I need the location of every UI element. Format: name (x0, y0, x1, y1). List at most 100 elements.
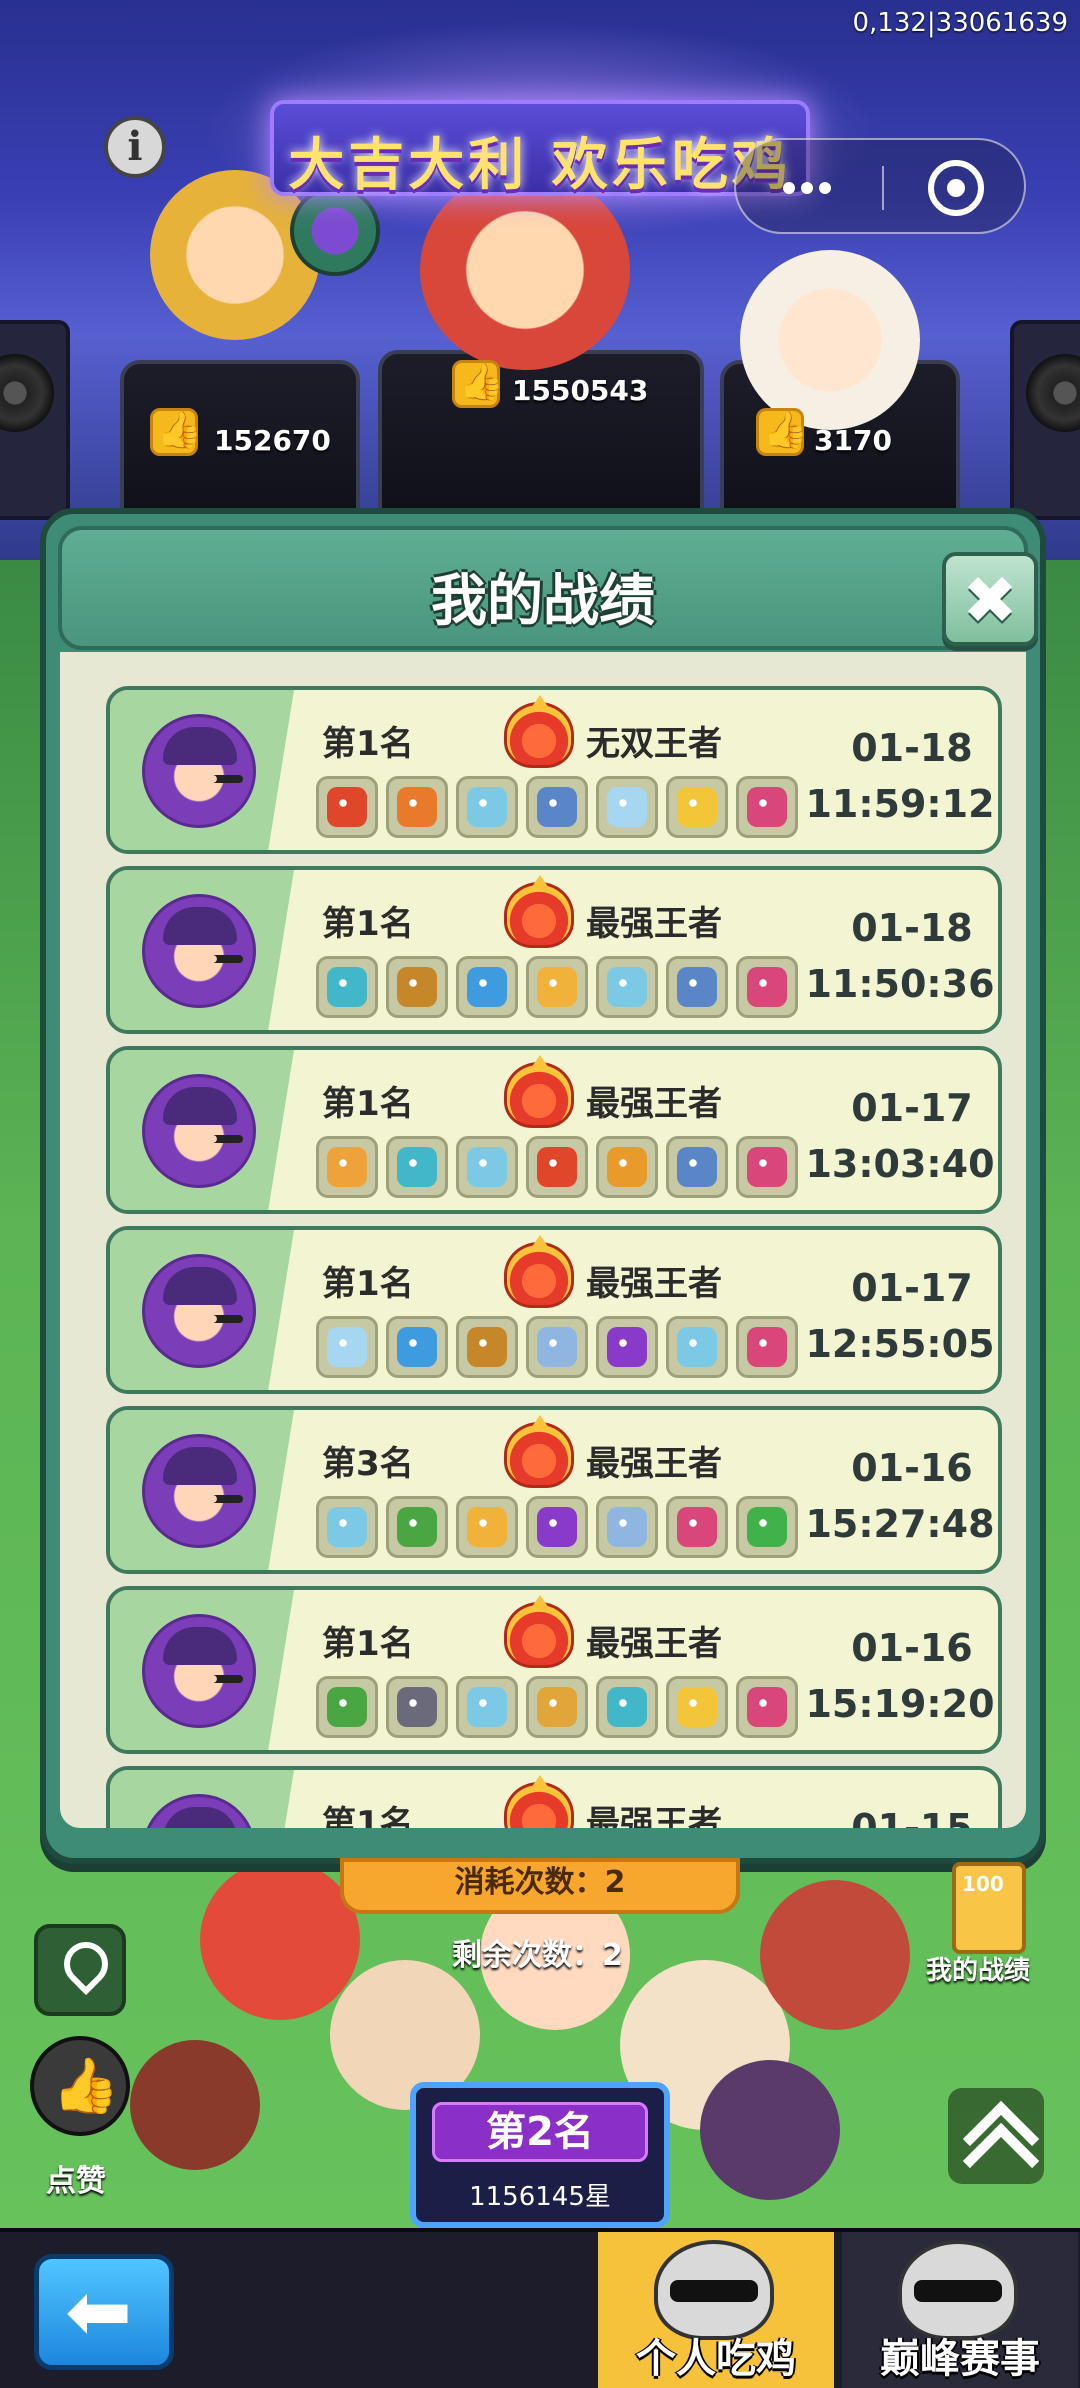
equipment-icon-glyph (747, 787, 787, 827)
equipment-icon (736, 776, 798, 838)
equipment-icon (456, 1316, 518, 1378)
tab-personal[interactable]: 个人吃鸡 (598, 2232, 834, 2388)
tab-personal-label: 个人吃鸡 (636, 2336, 796, 2382)
record-card[interactable]: 第1名 最强王者 01-17 12:55:05 (106, 1226, 1002, 1394)
equipment-icon (456, 1136, 518, 1198)
crown-icon (504, 1242, 574, 1308)
close-icon: ✖ (962, 562, 1018, 639)
equipment-icon (386, 1316, 448, 1378)
item-list (316, 1136, 798, 1198)
equipment-icon (316, 1136, 378, 1198)
record-rank: 第3名 (322, 1444, 414, 1484)
equipment-icon-glyph (467, 1687, 507, 1727)
equipment-icon-glyph (397, 1327, 437, 1367)
equipment-icon (666, 776, 728, 838)
crown-icon (504, 882, 574, 948)
scroll-up-icon[interactable] (948, 2088, 1044, 2184)
equipment-icon (316, 1676, 378, 1738)
records-list[interactable]: 第1名 无双王者 01-18 11:59:12 第1名 最强王者 01-18 11:50:36… (60, 652, 1026, 1828)
modal-header: 我的战绩 ✖ (58, 526, 1038, 650)
record-card[interactable]: 第1名 最强王者 01-16 15:19:20 (106, 1586, 1002, 1754)
equipment-icon-glyph (327, 1687, 367, 1727)
avatar (654, 2240, 774, 2340)
my-records-modal: 我的战绩 ✖ 第1名 无双王者 01-18 11:59:12 第1名 最强王者 01-18 1… (40, 508, 1046, 1864)
equipment-icon (666, 1136, 728, 1198)
equipment-icon-glyph (747, 1327, 787, 1367)
equipment-icon-glyph (677, 1507, 717, 1547)
equipment-icon (456, 956, 518, 1018)
like-label: 点赞 (46, 2164, 106, 2199)
equipment-icon-glyph (327, 1147, 367, 1187)
record-date: 01-18 (851, 906, 973, 950)
equipment-icon (666, 1496, 728, 1558)
equipment-icon (526, 1496, 588, 1558)
equipment-icon (666, 1676, 728, 1738)
like-button[interactable] (30, 2036, 130, 2136)
record-date: 01-17 (851, 1086, 973, 1130)
avatar (142, 714, 256, 828)
more-menu-icon[interactable] (780, 170, 850, 206)
equipment-icon (596, 776, 658, 838)
modal-title: 我的战绩 (431, 569, 655, 634)
equipment-icon (386, 776, 448, 838)
thumb-up-icon (150, 408, 202, 456)
equipment-icon-glyph (747, 1507, 787, 1547)
equipment-icon (736, 1496, 798, 1558)
tab-peak[interactable]: 巅峰赛事 (842, 2232, 1078, 2388)
stage-background: 152670 1550543 3170 (0, 0, 1080, 560)
avatar (142, 1614, 256, 1728)
equipment-icon (316, 1496, 378, 1558)
item-list (316, 1676, 798, 1738)
equipment-icon (596, 1136, 658, 1198)
event-banner: 大吉大利 欢乐吃鸡 (270, 100, 810, 198)
record-rank: 第1名 (322, 724, 414, 764)
equipment-icon (596, 956, 658, 1018)
equipment-icon-glyph (327, 1327, 367, 1367)
crown-icon (504, 702, 574, 768)
equipment-icon-glyph (327, 1507, 367, 1547)
record-card[interactable]: 第1名 无双王者 01-18 11:59:12 (106, 686, 1002, 854)
equipment-icon (456, 776, 518, 838)
equipment-icon (386, 1136, 448, 1198)
equipment-icon-glyph (607, 967, 647, 1007)
equipment-icon-glyph (467, 967, 507, 1007)
close-button[interactable]: ✖ (942, 552, 1038, 646)
crowd-character (200, 1860, 360, 2020)
equipment-icon-glyph (747, 1147, 787, 1187)
back-button[interactable] (34, 2254, 174, 2370)
equipment-icon-glyph (747, 967, 787, 1007)
equipment-icon-glyph (397, 787, 437, 827)
equipment-icon-glyph (397, 1687, 437, 1727)
equipment-icon (526, 1316, 588, 1378)
record-date: 01-15 (851, 1806, 973, 1828)
equipment-icon (316, 1316, 378, 1378)
record-card[interactable]: 第1名 最强王者 01-18 11:50:36 (106, 866, 1002, 1034)
equipment-icon-glyph (397, 1507, 437, 1547)
crowd-character (700, 2060, 840, 2200)
star-count: 1156145星 (469, 2182, 611, 2212)
equipment-icon-glyph (677, 1327, 717, 1367)
like-count-left: 152670 (214, 424, 331, 457)
avatar (142, 1434, 256, 1548)
equipment-icon (456, 1676, 518, 1738)
remaining-count: 剩余次数：2 (452, 1938, 623, 1973)
record-title: 最强王者 (586, 904, 722, 944)
equipment-icon-glyph (607, 1687, 647, 1727)
equipment-icon-glyph (467, 787, 507, 827)
scoreboard-icon (952, 1862, 1026, 1954)
record-rank: 第1名 (322, 1084, 414, 1124)
record-card[interactable]: 第1名 最强王者 01-17 13:03:40 (106, 1046, 1002, 1214)
equipment-icon-glyph (397, 967, 437, 1007)
location-pin-icon[interactable] (34, 1924, 126, 2016)
crown-icon (504, 1782, 574, 1828)
my-records-label: 我的战绩 (926, 1956, 1031, 1986)
equipment-icon (596, 1496, 658, 1558)
record-card[interactable]: 第3名 最强王者 01-16 15:27:48 (106, 1406, 1002, 1574)
close-program-icon[interactable] (928, 160, 984, 216)
info-button[interactable]: i (104, 116, 166, 178)
record-time: 11:50:36 (805, 962, 995, 1006)
capsule-divider (882, 166, 884, 210)
record-card[interactable]: 第1名 最强王者 01-15 (106, 1766, 1002, 1828)
equipment-icon-glyph (537, 1147, 577, 1187)
equipment-icon (386, 956, 448, 1018)
